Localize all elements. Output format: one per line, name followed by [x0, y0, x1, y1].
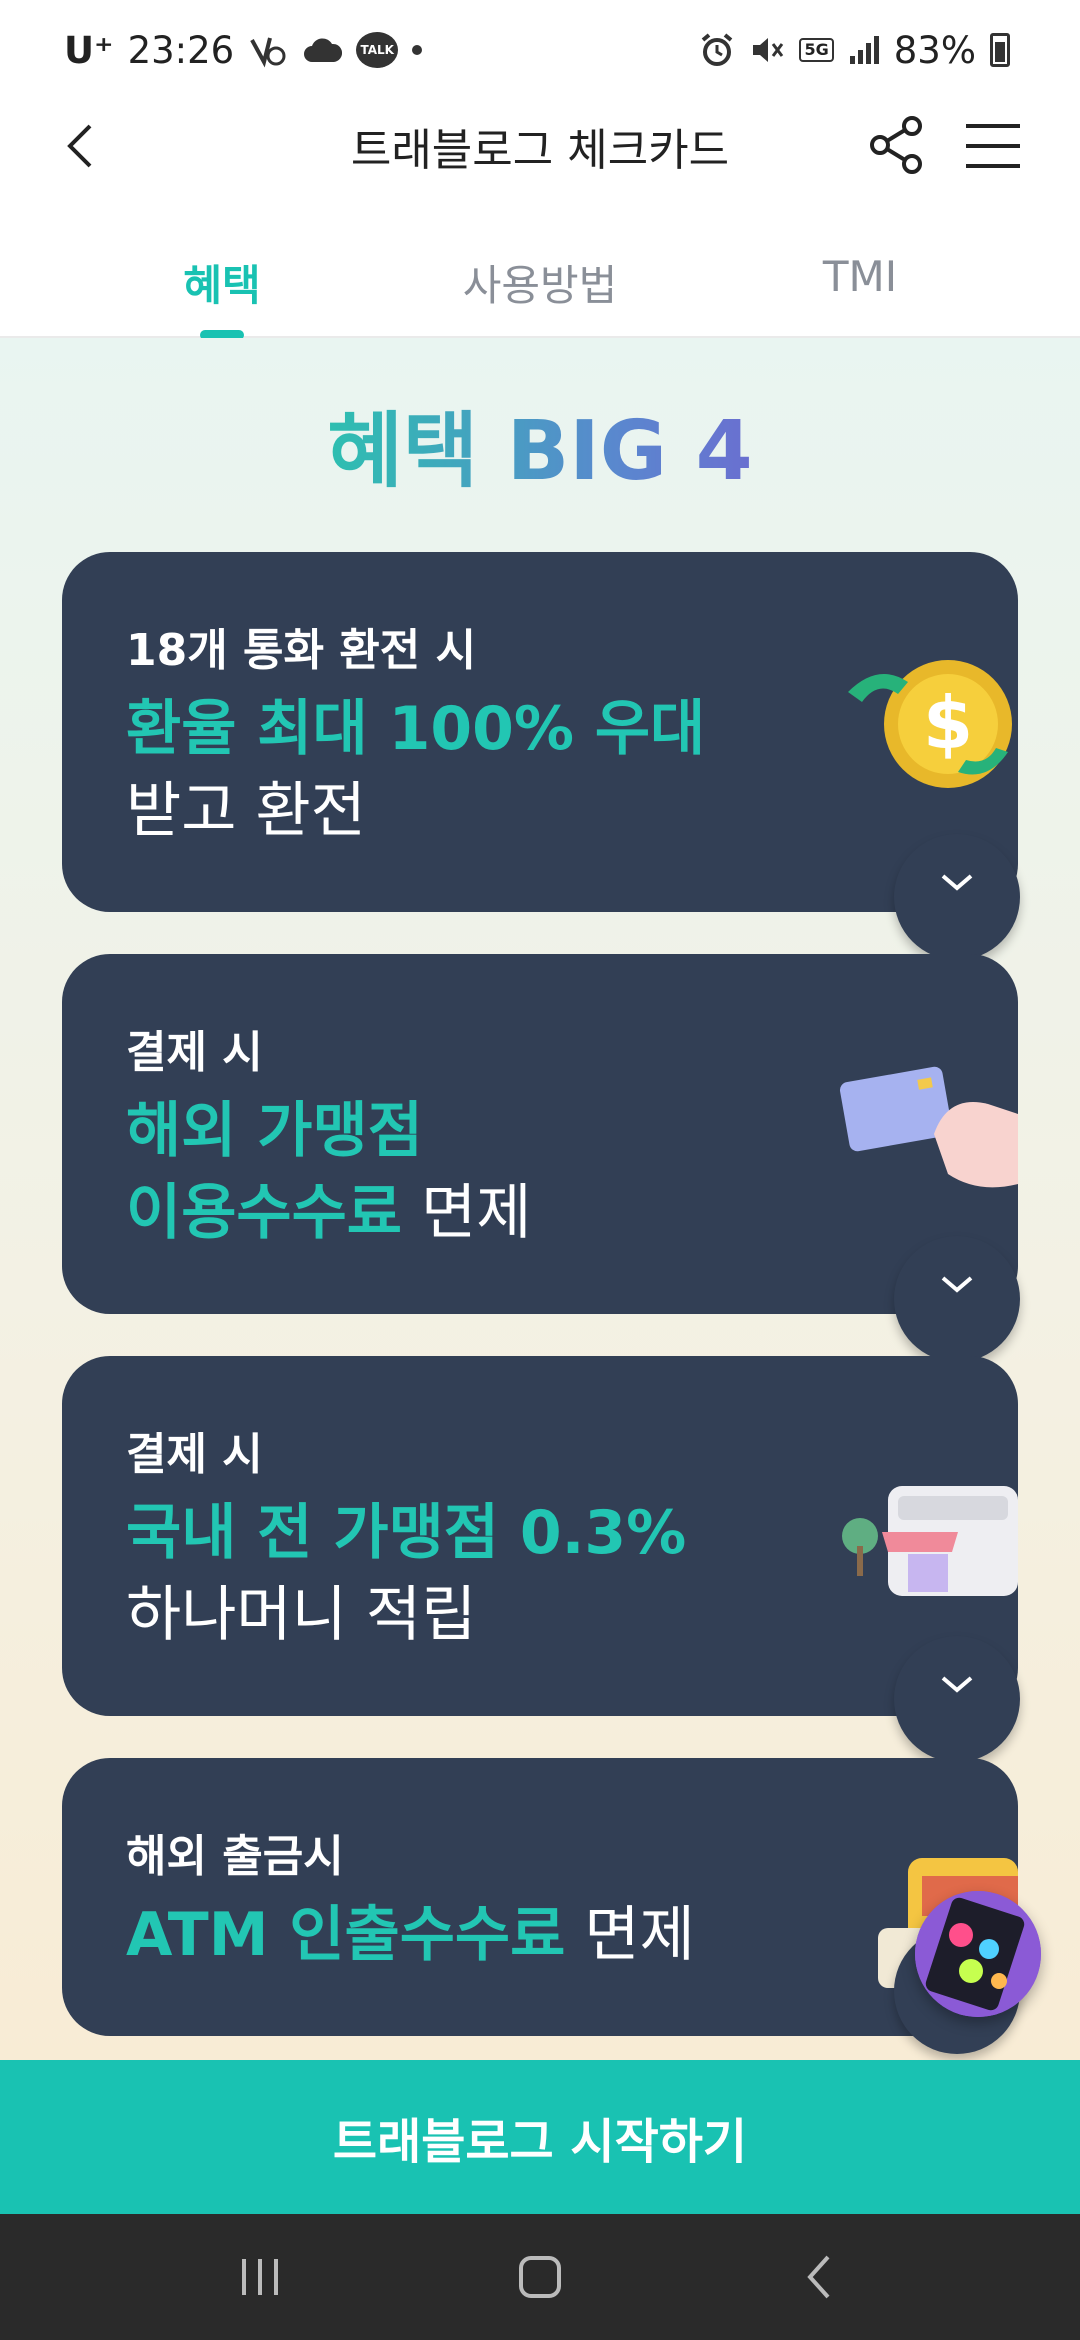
hamburger-menu-icon — [966, 124, 1020, 168]
card-highlight-text: ATM 인출수수료 — [126, 1900, 566, 1970]
card-highlight-text: 환율 최대 100% 우대 — [126, 694, 706, 764]
share-icon — [870, 116, 922, 174]
battery-icon — [990, 33, 1010, 67]
section-title-text: 혜택 BIG 4 — [327, 404, 753, 499]
svg-text:$: $ — [923, 681, 973, 765]
chevron-down-icon — [941, 874, 973, 891]
benefit-card-overseas-fee[interactable]: 결제 시 해외 가맹점 이용수수료 면제 — [62, 954, 1018, 1314]
expand-card-2-button[interactable] — [894, 1236, 1020, 1362]
card-subtitle: 해외 출금시 — [126, 1831, 344, 1882]
menu-button[interactable] — [962, 120, 1024, 172]
tab-bar: 혜택 사용방법 TMI — [0, 192, 1080, 340]
card-highlight-text: 국내 전 가맹점 0.3% — [126, 1498, 687, 1568]
card-highlight-text: 해외 가맹점 — [126, 1096, 423, 1166]
expand-card-3-button[interactable] — [894, 1636, 1020, 1762]
home-button[interactable] — [500, 2237, 580, 2317]
benefit-card-hanamoney[interactable]: 결제 시 국내 전 가맹점 0.3% 하나머니 적립 — [62, 1356, 1018, 1716]
back-button[interactable] — [56, 118, 112, 174]
signal-icon — [848, 34, 880, 66]
clock: 23:26 — [127, 28, 235, 72]
card-preview-floating-button[interactable] — [915, 1891, 1041, 2017]
card-highlight-text: 이용수수료 — [126, 1178, 402, 1248]
chevron-down-icon — [941, 1276, 973, 1293]
card-mixed-line: ATM 인출수수료 면제 — [126, 1886, 695, 1973]
app-header: 트래블로그 체크카드 — [0, 100, 1080, 192]
card-plain-text: 면제 — [402, 1178, 532, 1248]
store-icon — [842, 1486, 1018, 1596]
more-notifications-dot-icon — [412, 45, 423, 55]
dollar-coin-icon: $ — [848, 660, 1012, 788]
section-title: 혜택 BIG 4 — [0, 384, 1080, 503]
card-highlight-line: 해외 가맹점 — [126, 1082, 423, 1169]
alarm-icon — [699, 32, 735, 68]
card-highlight-line: 환율 최대 100% 우대 — [126, 680, 705, 767]
travlog-card-thumbnail-icon — [915, 1891, 1041, 2017]
mute-icon — [749, 32, 785, 68]
card-mixed-line: 이용수수료 면제 — [126, 1164, 531, 1251]
carrier-label: U⁺ — [64, 28, 114, 72]
battery-percent: 83% — [893, 28, 976, 72]
card-plain-text: 하나머니 적립 — [126, 1580, 477, 1650]
card-subtitle: 18개 통화 환전 시 — [126, 625, 477, 676]
chevron-left-icon — [67, 124, 92, 168]
share-button[interactable] — [866, 114, 928, 176]
tab-how-to-use[interactable]: 사용방법 — [420, 252, 660, 313]
tab-benefits[interactable]: 혜택 — [102, 252, 342, 313]
screen: U⁺ 23:26 TALK 5G 83% 트래블로그 체크카드 혜택 사용방법 … — [0, 0, 1080, 2340]
system-navigation-bar — [0, 2214, 1080, 2340]
chevron-down-icon — [941, 1676, 973, 1693]
card-plain-text: 받고 환전 — [126, 776, 366, 846]
network-5g-icon: 5G — [799, 38, 834, 62]
page-title: 트래블로그 체크카드 — [350, 125, 730, 176]
kakao-talk-icon: TALK — [356, 32, 399, 68]
card-plain-line: 받고 환전 — [126, 762, 366, 849]
tab-tmi[interactable]: TMI — [740, 252, 980, 301]
back-arrow-icon — [807, 2255, 830, 2299]
benefit-card-exchange[interactable]: 18개 통화 환전 시 환율 최대 100% 우대 받고 환전 $ — [62, 552, 1018, 912]
status-bar: U⁺ 23:26 TALK 5G 83% — [0, 0, 1080, 100]
recent-apps-icon — [242, 2259, 278, 2295]
card-subtitle: 결제 시 — [126, 1429, 263, 1480]
status-left: U⁺ 23:26 TALK — [64, 28, 423, 72]
card-plain-text: 면제 — [565, 1900, 695, 1970]
system-back-button[interactable] — [780, 2237, 860, 2317]
start-travlog-button[interactable]: 트래블로그 시작하기 — [0, 2060, 1080, 2214]
credit-card-hand-icon — [839, 1066, 1018, 1188]
cloud-icon — [302, 36, 343, 64]
card-highlight-line: 국내 전 가맹점 0.3% — [126, 1484, 686, 1571]
benefit-card-atm[interactable]: 해외 출금시 ATM 인출수수료 면제 — [62, 1758, 1018, 2036]
mute-notification-icon — [248, 32, 288, 68]
home-icon — [519, 2256, 561, 2298]
recent-apps-button[interactable] — [220, 2237, 300, 2317]
benefits-content: 혜택 BIG 4 18개 통화 환전 시 환율 최대 100% 우대 받고 환전… — [0, 338, 1080, 2060]
expand-card-1-button[interactable] — [894, 834, 1020, 960]
card-plain-line: 하나머니 적립 — [126, 1566, 476, 1653]
card-subtitle: 결제 시 — [126, 1027, 263, 1078]
status-right: 5G 83% — [699, 29, 1010, 72]
